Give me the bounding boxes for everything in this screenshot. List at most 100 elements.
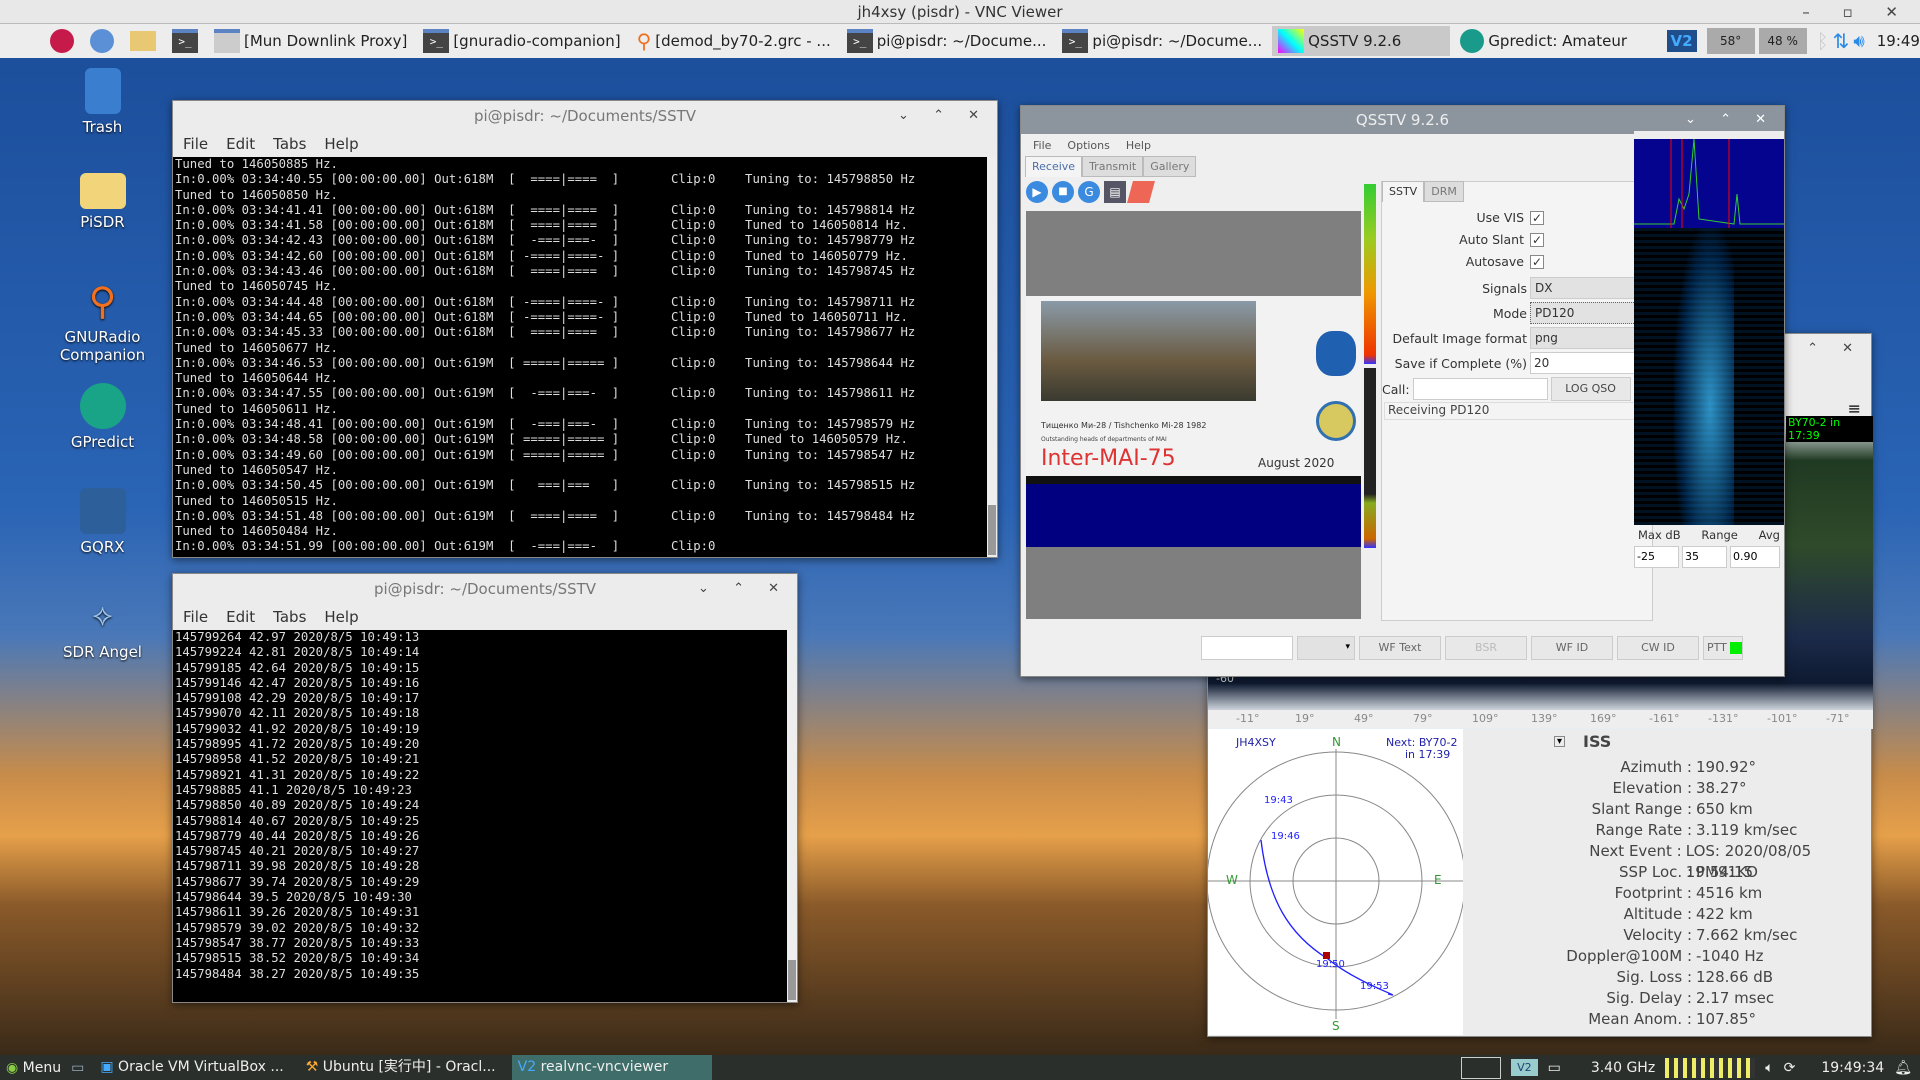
save-icon[interactable]: ▤ — [1104, 181, 1126, 203]
show-desktop-icon[interactable]: ▭ — [71, 1060, 84, 1076]
auto-slant-checkbox[interactable]: ✓ — [1530, 232, 1544, 247]
update-icon[interactable]: ⟳ — [1784, 1060, 1796, 1076]
cw-id-button[interactable]: CW ID — [1617, 636, 1699, 660]
log-qso-button[interactable]: LOG QSO — [1550, 377, 1631, 401]
mode-select[interactable]: PD120 — [1530, 302, 1650, 324]
display-icon[interactable]: ▭ — [1548, 1060, 1561, 1076]
menu-file[interactable]: File — [183, 135, 208, 153]
workspace-switcher[interactable] — [1461, 1056, 1502, 1079]
signals-select[interactable]: DX — [1530, 277, 1650, 299]
title-bar[interactable]: pi@pisdr: ~/Documents/SSTV ⌄ ⌃ ✕ — [173, 574, 797, 604]
scrollbar[interactable] — [987, 157, 997, 557]
taskbar-item[interactable]: [Mun Downlink Proxy] — [208, 26, 413, 56]
maxdb-spinbox[interactable]: -25 — [1634, 546, 1679, 568]
tab-drm[interactable]: DRM — [1424, 181, 1464, 202]
call-input[interactable] — [1412, 378, 1548, 400]
autosave-checkbox[interactable]: ✓ — [1530, 254, 1544, 269]
menu-file[interactable]: File — [1033, 139, 1051, 152]
taskbar-item[interactable]: >_ pi@pisdr: ~/Docume... — [1056, 26, 1268, 56]
avg-spinbox[interactable]: 0.90 — [1730, 546, 1780, 568]
taskbar-item[interactable]: V2 realvnc-vncviewer — [511, 1055, 712, 1080]
image-format-select[interactable]: png — [1530, 327, 1650, 349]
collapse-icon[interactable]: ▾ — [1554, 736, 1565, 747]
template-select[interactable] — [1297, 636, 1355, 660]
icon-label: GQRX — [80, 538, 125, 556]
menu-file[interactable]: File — [183, 608, 208, 626]
menu-help[interactable]: Help — [324, 135, 358, 153]
desktop-icon-trash[interactable]: Trash — [55, 68, 150, 136]
stop-icon[interactable]: ■ — [1052, 181, 1074, 203]
menu-help[interactable]: Help — [324, 608, 358, 626]
menu-options[interactable]: Options — [1067, 139, 1109, 152]
browser-launcher[interactable] — [84, 26, 120, 56]
tab-sstv[interactable]: SSTV — [1382, 181, 1425, 202]
menu-edit[interactable]: Edit — [226, 135, 255, 153]
bsr-button[interactable]: BSR — [1445, 636, 1527, 660]
terminal-launcher[interactable]: >_ — [166, 26, 204, 56]
volume-icon[interactable]: 🔊︎ — [1853, 31, 1864, 52]
terminal-line: In:0.00% 03:34:49.60 [00:00:00.00] Out:6… — [175, 447, 916, 462]
range-spinbox[interactable]: 35 — [1682, 546, 1727, 568]
menu-tabs[interactable]: Tabs — [273, 608, 306, 626]
desktop-icon-gnuradio[interactable]: ⚲ GNURadio Companion — [55, 278, 150, 364]
terminal-output[interactable]: Tuned to 146050885 Hz. In:0.00% 03:34:40.… — [173, 157, 997, 557]
desktop-icon-gpredict[interactable]: GPredict — [55, 383, 150, 451]
menu-help[interactable]: Help — [1126, 139, 1151, 152]
vnc-server-icon[interactable]: V2 — [1661, 26, 1703, 56]
taskbar-item[interactable]: ▣ Oracle VM VirtualBox ... — [94, 1055, 289, 1080]
bluetooth-icon[interactable]: ᛒ — [1817, 29, 1829, 53]
use-vis-checkbox[interactable]: ✓ — [1530, 210, 1544, 225]
start-icon[interactable]: ▶ — [1026, 181, 1048, 203]
text-input[interactable] — [1201, 636, 1293, 660]
info-key: Doppler@100M : — [1566, 947, 1692, 965]
terminal-line: 145798958 41.52 2020/8/5 10:49:21 — [175, 752, 420, 767]
taskbar-item[interactable]: >_ pi@pisdr: ~/Docume... — [841, 26, 1053, 56]
menu-button[interactable]: ◉ Menu — [6, 1060, 61, 1076]
vnc-tray-icon[interactable]: V2 — [1511, 1059, 1538, 1076]
wf-text-button[interactable]: WF Text — [1359, 636, 1441, 660]
info-key: Footprint : — [1614, 884, 1692, 902]
window-controls[interactable]: ⌄ ⌃ ✕ — [1772, 334, 1863, 364]
gqrx-icon — [79, 488, 126, 534]
tab-receive[interactable]: Receive — [1025, 156, 1083, 177]
scrollbar[interactable] — [787, 630, 797, 1002]
volume-icon[interactable]: 🔈︎ — [1765, 1060, 1773, 1076]
ptt-button[interactable]: PTT — [1703, 636, 1743, 660]
wf-id-button[interactable]: WF ID — [1531, 636, 1613, 660]
terminal-line: 145798745 40.21 2020/8/5 10:49:27 — [175, 844, 420, 859]
resync-icon[interactable]: G — [1078, 181, 1100, 203]
taskbar-item[interactable]: QSSTV 9.2.6 — [1272, 26, 1451, 56]
taskbar-item[interactable]: ⚲ [demod_by70-2.grc - ... — [631, 26, 837, 56]
menu-edit[interactable]: Edit — [226, 608, 255, 626]
menu-tabs[interactable]: Tabs — [273, 135, 306, 153]
window-controls[interactable]: ⌄ ⌃ ✕ — [698, 574, 789, 604]
tab-transmit[interactable]: Transmit — [1082, 156, 1144, 177]
desktop-icon-gqrx[interactable]: GQRX — [55, 488, 150, 556]
taskbar-item[interactable]: ⚒ Ubuntu [実行中] - Oracl... — [300, 1055, 502, 1080]
use-vis-row: Use VIS ✓ — [1477, 210, 1544, 225]
vnc-icon: V2 — [1666, 30, 1697, 52]
terminal-output[interactable]: 145799264 42.97 2020/8/5 10:49:13 1457992… — [173, 630, 797, 1002]
file-manager-launcher[interactable] — [124, 26, 162, 56]
taskbar-item[interactable]: >_ [gnuradio-companion] — [417, 26, 626, 56]
taskbar-item[interactable]: Gpredict: Amateur — [1454, 26, 1656, 56]
tab-gallery[interactable]: Gallery — [1143, 156, 1197, 177]
info-key: Range Rate : — [1595, 821, 1692, 839]
notification-icon[interactable]: 🔔︎ — [1894, 1060, 1912, 1076]
bottom-toolbar: WF Text BSR WF ID CW ID PTT — [1201, 636, 1743, 660]
desktop-icon-sdrangel[interactable]: ⟡ SDR Angel — [55, 593, 150, 661]
desktop-icon-pisdr[interactable]: PiSDR — [55, 173, 150, 231]
save-if-complete-spinbox[interactable]: 20 — [1530, 352, 1650, 374]
window-controls[interactable]: – ▫ ✕ — [1802, 0, 1912, 24]
window-controls[interactable]: ⌄ ⌃ ✕ — [1685, 106, 1776, 134]
network-icon[interactable]: ⇅ — [1833, 29, 1850, 53]
longitude-tick: 79° — [1413, 712, 1433, 725]
terminal-line: In:0.00% 03:34:51.48 [00:00:00.00] Out:6… — [175, 508, 916, 523]
raspberry-menu-button[interactable] — [44, 26, 80, 56]
window-title: QSSTV 9.2.6 — [1355, 111, 1450, 129]
eraser-icon[interactable] — [1127, 181, 1155, 203]
window-controls[interactable]: ⌄ ⌃ ✕ — [898, 101, 989, 131]
title-bar[interactable]: QSSTV 9.2.6 ⌄ ⌃ ✕ — [1021, 106, 1784, 134]
title-bar[interactable]: pi@pisdr: ~/Documents/SSTV ⌄ ⌃ ✕ — [173, 101, 997, 131]
terminal-line: 145799070 42.11 2020/8/5 10:49:18 — [175, 706, 420, 721]
